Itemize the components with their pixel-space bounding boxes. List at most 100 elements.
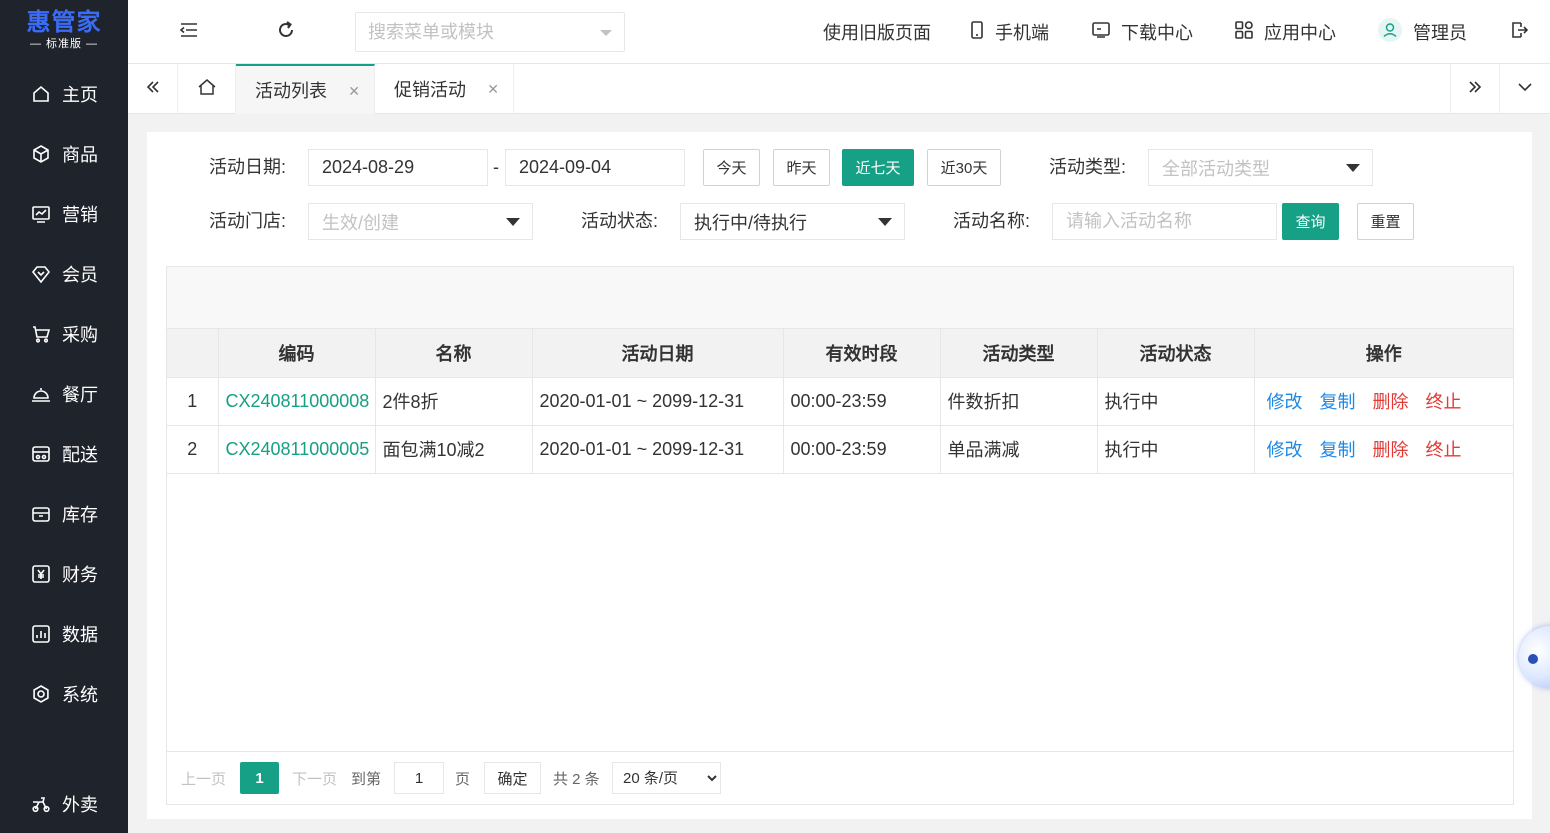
sidebar-item-system[interactable]: 系统: [0, 664, 128, 724]
chevron-down-icon: [600, 30, 612, 36]
tab-home[interactable]: [178, 64, 236, 114]
today-button[interactable]: 今天: [703, 149, 760, 186]
page-size-wrapper: 20 条/页: [612, 762, 721, 794]
logout-button[interactable]: [1505, 18, 1533, 46]
double-chevron-right-icon: [1467, 79, 1483, 100]
app-center-label: 应用中心: [1264, 23, 1336, 43]
sidebar-item-goods[interactable]: 商品: [0, 124, 128, 184]
scooter-icon: [30, 793, 52, 815]
menu-search-input[interactable]: [356, 13, 586, 51]
top-header: 使用旧版页面 手机端 下载中心 应用中心 管理员: [128, 0, 1550, 64]
main-card: 活动日期: 2024-08-29 - 2024-09-04 今天 昨天 近七天 …: [147, 132, 1532, 819]
cell-code-link[interactable]: CX240811000005: [218, 425, 376, 474]
collapse-menu-button[interactable]: [175, 18, 203, 46]
date-end-field[interactable]: 2024-09-04: [505, 149, 685, 186]
close-icon[interactable]: ✕: [348, 83, 360, 100]
sidebar-item-purchase[interactable]: 采购: [0, 304, 128, 364]
tabs-scroll-right-button[interactable]: [1450, 64, 1500, 114]
last-7-days-button[interactable]: 近七天: [842, 149, 914, 186]
sidebar-item-inventory[interactable]: 库存: [0, 484, 128, 544]
sidebar-item-restaurant[interactable]: 餐厅: [0, 364, 128, 424]
goto-confirm-button[interactable]: 确定: [484, 762, 541, 794]
download-center-label: 下载中心: [1121, 23, 1193, 43]
col-header-code: 编码: [218, 329, 376, 378]
cart-icon: [30, 323, 52, 345]
sidebar-item-label: 财务: [62, 565, 98, 585]
name-label: 活动名称:: [953, 211, 1031, 231]
copy-link[interactable]: 复制: [1320, 440, 1356, 460]
cell-period: 00:00-23:59: [783, 377, 941, 426]
sidebar-item-finance[interactable]: 财务: [0, 544, 128, 604]
sidebar-item-label: 库存: [62, 505, 98, 525]
name-input[interactable]: [1066, 204, 1276, 239]
table-row: 2 CX240811000005 面包满10减2 2020-01-01 ~ 20…: [167, 425, 1513, 474]
tab-promotion[interactable]: 促销活动 ✕: [375, 64, 514, 114]
prev-page-button[interactable]: 上一页: [181, 762, 226, 794]
sidebar-nav: 主页 商品 营销 会员 采购 餐厅 配送 库存 财务 数据 系统: [0, 64, 128, 724]
delete-link[interactable]: 删除: [1373, 392, 1409, 412]
cube-icon: [30, 143, 52, 165]
cell-code-link[interactable]: CX240811000008: [218, 377, 376, 426]
sidebar-item-delivery[interactable]: 配送: [0, 424, 128, 484]
sidebar-item-label: 餐厅: [62, 385, 98, 405]
sidebar-item-marketing[interactable]: 营销: [0, 184, 128, 244]
page-size-select[interactable]: 20 条/页: [612, 762, 721, 794]
status-select[interactable]: 执行中/待执行: [680, 203, 905, 240]
chevron-down-icon: [1517, 79, 1533, 100]
data-table-container: 编码 名称 活动日期 有效时段 活动类型 活动状态 操作 1 CX2408110…: [166, 266, 1514, 805]
user-menu[interactable]: 管理员: [1377, 17, 1467, 44]
total-count: 共 2 条: [553, 770, 600, 788]
search-button[interactable]: 查询: [1282, 203, 1339, 240]
tabs-menu-button[interactable]: [1500, 64, 1550, 114]
yesterday-button[interactable]: 昨天: [773, 149, 830, 186]
copy-link[interactable]: 复制: [1320, 392, 1356, 412]
brand-name: 惠管家: [26, 9, 102, 36]
refresh-button[interactable]: [272, 18, 300, 46]
caret-down-icon: [506, 218, 520, 226]
next-page-button[interactable]: 下一页: [292, 762, 337, 794]
last-30-days-button[interactable]: 近30天: [927, 149, 1001, 186]
close-icon[interactable]: ✕: [487, 81, 499, 98]
date-start-field[interactable]: 2024-08-29: [308, 149, 488, 186]
user-name: 管理员: [1413, 23, 1467, 43]
sidebar-item-data[interactable]: 数据: [0, 604, 128, 664]
sidebar-item-takeout[interactable]: 外卖: [0, 774, 128, 833]
sidebar-item-home[interactable]: 主页: [0, 64, 128, 124]
activity-type-select[interactable]: 全部活动类型: [1148, 149, 1373, 186]
edit-link[interactable]: 修改: [1267, 392, 1303, 412]
cell-name: 面包满10减2: [375, 425, 533, 474]
sidebar-item-member[interactable]: 会员: [0, 244, 128, 304]
stop-link[interactable]: 终止: [1426, 440, 1462, 460]
old-version-link[interactable]: 使用旧版页面: [823, 20, 931, 44]
col-header-type: 活动类型: [940, 329, 1098, 378]
mobile-link[interactable]: 手机端: [969, 20, 1049, 44]
cell-index: 1: [167, 377, 219, 426]
cell-date: 2020-01-01 ~ 2099-12-31: [532, 425, 784, 474]
edit-link[interactable]: 修改: [1267, 440, 1303, 460]
col-header-actions: 操作: [1254, 329, 1513, 378]
tab-activity-list[interactable]: 活动列表 ✕: [236, 64, 375, 114]
name-field[interactable]: [1052, 203, 1277, 240]
double-chevron-left-icon: [145, 79, 161, 100]
status-label: 活动状态:: [581, 211, 659, 231]
store-label: 活动门店:: [209, 211, 287, 231]
date-separator: -: [493, 157, 499, 177]
tab-bar: 活动列表 ✕ 促销活动 ✕: [128, 64, 1550, 114]
app-center-link[interactable]: 应用中心: [1234, 20, 1336, 44]
date-start-value: 2024-08-29: [322, 157, 415, 177]
goto-page-input[interactable]: 1: [394, 762, 444, 794]
caret-down-icon: [1346, 164, 1360, 172]
delete-link[interactable]: 删除: [1373, 440, 1409, 460]
col-header-name: 名称: [375, 329, 533, 378]
page-1-button[interactable]: 1: [240, 762, 279, 794]
yuan-icon: [30, 563, 52, 585]
menu-search[interactable]: [355, 12, 625, 52]
home-icon: [197, 77, 217, 102]
reset-button[interactable]: 重置: [1357, 203, 1414, 240]
store-select[interactable]: 生效/创建: [308, 203, 533, 240]
download-center-link[interactable]: 下载中心: [1091, 20, 1193, 44]
tabs-scroll-left-button[interactable]: [128, 64, 178, 114]
stop-link[interactable]: 终止: [1426, 392, 1462, 412]
sidebar-item-label: 系统: [62, 685, 98, 705]
caret-down-icon: [878, 218, 892, 226]
